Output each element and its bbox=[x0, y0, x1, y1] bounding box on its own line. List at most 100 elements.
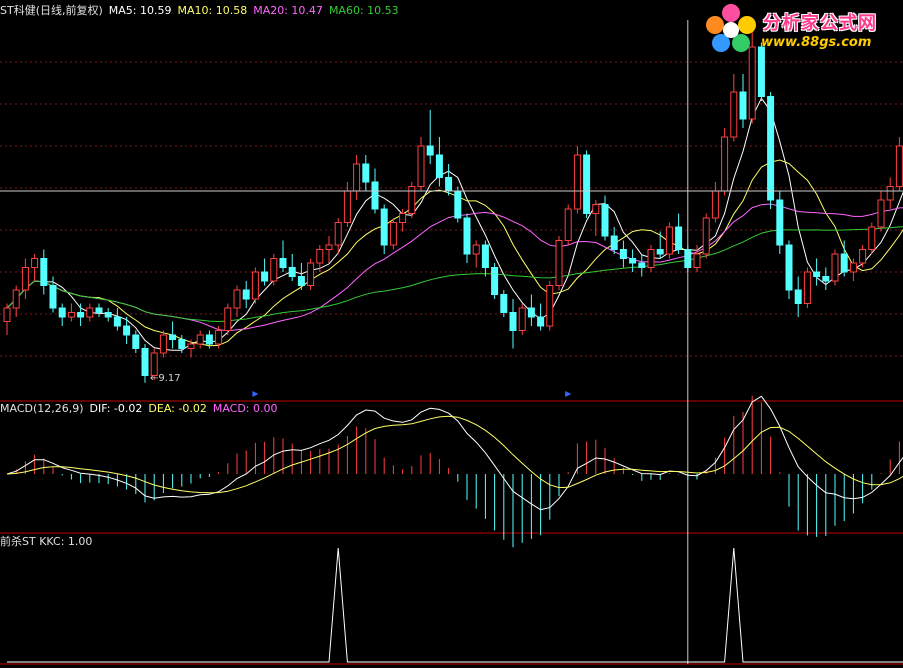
candle bbox=[233, 289, 241, 309]
candle bbox=[362, 163, 370, 183]
candle bbox=[31, 258, 39, 268]
candle bbox=[178, 339, 186, 349]
logo-title: 分析家公式网 bbox=[763, 13, 877, 34]
candle bbox=[21, 267, 29, 291]
candle bbox=[629, 258, 637, 264]
candle bbox=[242, 289, 250, 300]
event-marker-icon bbox=[252, 391, 259, 397]
candle bbox=[454, 190, 462, 219]
candle bbox=[196, 334, 204, 345]
candle bbox=[95, 307, 103, 313]
candle bbox=[12, 289, 20, 309]
candle bbox=[665, 226, 673, 255]
candle bbox=[49, 285, 57, 309]
candle bbox=[675, 226, 683, 250]
candle bbox=[859, 249, 867, 264]
candle bbox=[288, 267, 296, 277]
candle bbox=[261, 271, 269, 282]
candle bbox=[886, 186, 894, 201]
candle bbox=[141, 348, 149, 376]
ma60-line bbox=[6, 226, 903, 323]
candle bbox=[251, 271, 259, 300]
candle bbox=[215, 330, 223, 345]
candle bbox=[205, 334, 213, 345]
candle bbox=[481, 244, 489, 268]
candle bbox=[822, 276, 830, 282]
ma20-value: MA20: 10.47 bbox=[253, 4, 323, 17]
dif-value: DIF: -0.02 bbox=[89, 402, 143, 415]
candle bbox=[583, 154, 591, 214]
candle bbox=[353, 163, 361, 192]
candle bbox=[371, 181, 379, 210]
candle bbox=[702, 217, 710, 255]
candle bbox=[840, 253, 848, 273]
candle bbox=[555, 240, 563, 286]
low-price-value: 9.17 bbox=[158, 373, 181, 384]
candle bbox=[77, 312, 85, 318]
macd-title: MACD(12,26,9) bbox=[0, 402, 84, 415]
candle bbox=[389, 222, 397, 246]
candle bbox=[132, 334, 140, 349]
candle bbox=[426, 145, 434, 156]
candle bbox=[417, 145, 425, 187]
candle bbox=[279, 258, 287, 268]
candle bbox=[776, 199, 784, 246]
candle bbox=[711, 190, 719, 219]
candle bbox=[803, 271, 811, 304]
candle bbox=[445, 177, 453, 192]
candle bbox=[849, 262, 857, 273]
stock-title: ST科健(日线,前复权) bbox=[0, 4, 103, 17]
candle bbox=[500, 294, 508, 313]
candle bbox=[794, 289, 802, 304]
candle bbox=[592, 204, 600, 214]
candle bbox=[564, 208, 572, 241]
candle bbox=[224, 307, 232, 331]
candle bbox=[307, 262, 315, 286]
candle bbox=[601, 204, 609, 237]
candle bbox=[187, 343, 195, 349]
candle bbox=[509, 312, 517, 331]
candle bbox=[113, 316, 121, 327]
candle bbox=[638, 262, 646, 268]
candle bbox=[656, 249, 664, 255]
ma5-value: MA5: 10.59 bbox=[108, 4, 172, 17]
candle bbox=[877, 199, 885, 228]
candle bbox=[463, 217, 471, 255]
candle bbox=[297, 276, 305, 286]
candle bbox=[868, 226, 876, 250]
kkc-panel-header: 前杀ST KKC: 1.00 bbox=[0, 535, 98, 549]
candle bbox=[785, 244, 793, 291]
candle bbox=[546, 285, 554, 327]
candle bbox=[270, 258, 278, 282]
candle bbox=[159, 334, 167, 354]
candle bbox=[67, 312, 75, 318]
candle bbox=[619, 249, 627, 259]
candle bbox=[3, 307, 11, 322]
candle bbox=[739, 91, 747, 120]
candle bbox=[472, 244, 480, 255]
low-price-label: ←9.17 bbox=[150, 373, 181, 384]
dea-value: DEA: -0.02 bbox=[148, 402, 207, 415]
candle bbox=[831, 253, 839, 282]
candle bbox=[767, 96, 775, 201]
candle bbox=[693, 253, 701, 268]
candle bbox=[518, 307, 526, 331]
candle bbox=[380, 208, 388, 246]
event-marker-icon bbox=[565, 391, 572, 397]
site-logo: 分析家公式网 www.88gs.com bbox=[703, 3, 903, 55]
macd-value: MACD: 0.00 bbox=[212, 402, 278, 415]
flower-icon bbox=[706, 4, 756, 52]
candle bbox=[748, 46, 756, 120]
candle bbox=[334, 222, 342, 246]
candle bbox=[399, 213, 407, 223]
candle bbox=[104, 312, 112, 318]
stock-chart-canvas[interactable] bbox=[0, 0, 903, 668]
main-panel-header: ST科健(日线,前复权) MA5: 10.59 MA10: 10.58 MA20: 1… bbox=[0, 4, 405, 18]
kkc-line bbox=[7, 547, 903, 663]
candle bbox=[40, 258, 48, 286]
candle bbox=[58, 307, 66, 318]
candle bbox=[343, 190, 351, 223]
ma20-line bbox=[6, 203, 903, 332]
candle bbox=[527, 307, 535, 318]
candle bbox=[895, 145, 903, 187]
